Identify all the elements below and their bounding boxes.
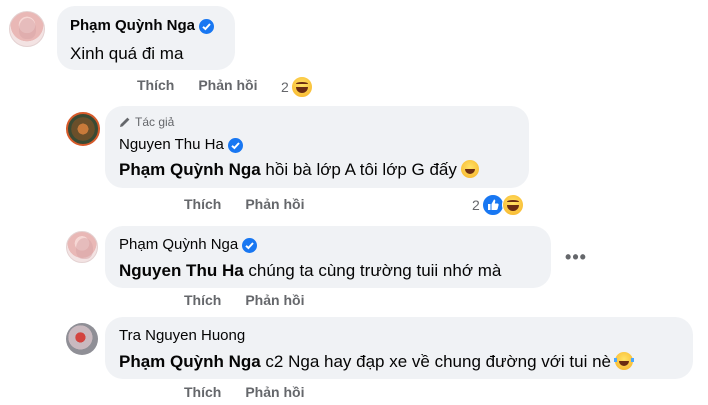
comment-text: Xinh quá đi ma [70, 44, 184, 63]
like-emoji-icon [481, 194, 504, 216]
comment-bubble: Phạm Quỳnh Nga Xinh quá đi ma [57, 6, 235, 70]
avatar[interactable] [9, 11, 45, 47]
like-button[interactable]: Thích [184, 196, 221, 212]
comment-author[interactable]: Phạm Quỳnh Nga [119, 235, 537, 255]
author-name[interactable]: Tra Nguyen Huong [119, 326, 245, 346]
comment-author[interactable]: Phạm Quỳnh Nga [70, 16, 222, 36]
reaction-count: 2 [472, 197, 480, 213]
comment-actions: Thích Phản hồi [137, 77, 257, 93]
reply-button[interactable]: Phản hồi [245, 196, 304, 212]
comment-actions: Thích Phản hồi [184, 196, 304, 212]
reply-button[interactable]: Phản hồi [245, 384, 304, 400]
verified-badge-icon [227, 137, 243, 153]
comment-bubble: Tác giả Nguyen Thu Ha Phạm Quỳnh Nga hồi… [105, 106, 529, 188]
author-name[interactable]: Nguyen Thu Ha [119, 135, 224, 155]
like-button[interactable]: Thích [184, 292, 221, 308]
author-badge: Tác giả [119, 114, 515, 130]
comment-text: hồi bà lớp A tôi lớp G đấy [265, 160, 457, 179]
avatar[interactable] [66, 112, 100, 146]
comment-text-line: Phạm Quỳnh Nga hồi bà lớp A tôi lớp G đấ… [119, 158, 515, 182]
mention-link[interactable]: Phạm Quỳnh Nga [119, 352, 261, 371]
more-options-button[interactable]: ••• [562, 243, 590, 271]
reaction-count: 2 [281, 79, 289, 95]
comment-text-line: Phạm Quỳnh Nga c2 Nga hay đạp xe về chun… [119, 350, 679, 374]
comment-actions: Thích Phản hồi [184, 384, 304, 400]
haha-emoji-icon [501, 194, 524, 216]
comment-text-line: Nguyen Thu Ha chúng ta cùng trường tuii … [119, 259, 537, 283]
verified-badge-icon [199, 18, 215, 34]
comment-text: chúng ta cùng trường tuii nhớ mà [248, 261, 502, 280]
comment-actions: Thích Phản hồi [184, 292, 304, 308]
haha-emoji-icon [290, 76, 313, 98]
verified-badge-icon [242, 237, 258, 253]
author-name[interactable]: Phạm Quỳnh Nga [70, 16, 195, 36]
mention-link[interactable]: Phạm Quỳnh Nga [119, 160, 261, 179]
avatar[interactable] [66, 323, 98, 355]
reaction-summary[interactable]: 2 [472, 194, 524, 216]
comment-bubble: Tra Nguyen Huong Phạm Quỳnh Nga c2 Nga h… [105, 317, 693, 379]
mention-link[interactable]: Nguyen Thu Ha [119, 261, 244, 280]
author-tag-label: Tác giả [135, 115, 175, 129]
author-name[interactable]: Phạm Quỳnh Nga [119, 235, 238, 255]
laughing-emoji-icon [460, 160, 479, 178]
comment-bubble: Phạm Quỳnh Nga Nguyen Thu Ha chúng ta cù… [105, 226, 551, 288]
reaction-summary[interactable]: 2 [281, 76, 313, 98]
reply-button[interactable]: Phản hồi [245, 292, 304, 308]
tears-of-joy-emoji-icon [613, 352, 634, 370]
avatar[interactable] [66, 231, 98, 263]
comment-text: c2 Nga hay đạp xe về chung đường với tui… [265, 352, 611, 371]
pencil-icon [120, 117, 130, 127]
reply-button[interactable]: Phản hồi [198, 77, 257, 93]
comment-author[interactable]: Nguyen Thu Ha [119, 135, 515, 155]
like-button[interactable]: Thích [137, 77, 174, 93]
like-button[interactable]: Thích [184, 384, 221, 400]
comment-author[interactable]: Tra Nguyen Huong [119, 326, 679, 346]
